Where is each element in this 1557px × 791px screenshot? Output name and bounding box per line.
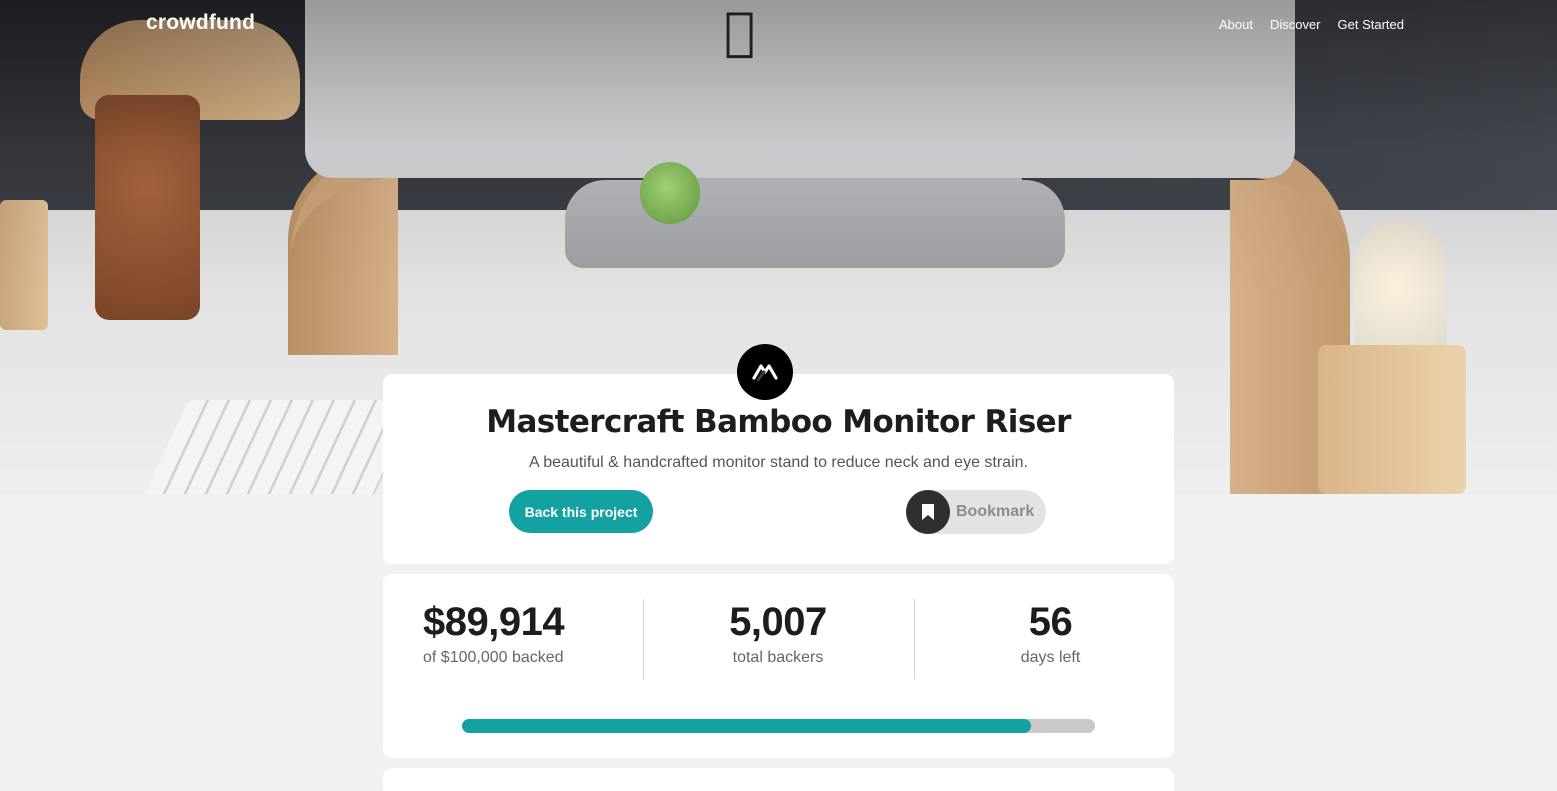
stat-divider	[643, 599, 644, 679]
project-title: Mastercraft Bamboo Monitor Riser	[486, 404, 1071, 440]
nav-get-started[interactable]: Get Started	[1338, 17, 1404, 32]
stat-backers-label: total backers	[732, 649, 824, 666]
funding-progress-bar	[462, 719, 1095, 733]
stats-card: $89,914 of $100,000 backed 5,007 total b…	[383, 574, 1174, 758]
stat-days-label: days left	[1020, 649, 1081, 666]
project-card: Mastercraft Bamboo Monitor Riser A beaut…	[383, 374, 1174, 564]
project-description: A beautiful & handcrafted monitor stand …	[529, 454, 1028, 471]
funding-progress-fill	[462, 719, 1032, 733]
back-project-button[interactable]: Back this project	[509, 490, 653, 533]
stat-backers-value: 5,007	[729, 600, 827, 644]
stat-backed: $89,914 of $100,000 backed	[423, 600, 589, 667]
stat-days-value: 56	[1028, 600, 1073, 644]
about-card	[383, 768, 1174, 791]
stat-days: 56 days left	[963, 600, 1138, 667]
stat-backed-value: $89,914	[423, 600, 565, 644]
main-nav: About Discover Get Started	[1219, 17, 1404, 32]
bookmark-icon	[906, 490, 950, 534]
mastercraft-logo-icon	[737, 344, 793, 400]
bookmark-button[interactable]: Bookmark	[906, 490, 1046, 534]
stat-divider	[914, 599, 915, 679]
stat-backed-label: of $100,000 backed	[423, 649, 564, 666]
nav-discover[interactable]: Discover	[1270, 17, 1321, 32]
nav-about[interactable]: About	[1219, 17, 1253, 32]
stat-backers: 5,007 total backers	[683, 600, 873, 667]
site-logo[interactable]: crowdfund	[146, 11, 255, 35]
bookmark-label: Bookmark	[956, 503, 1035, 520]
